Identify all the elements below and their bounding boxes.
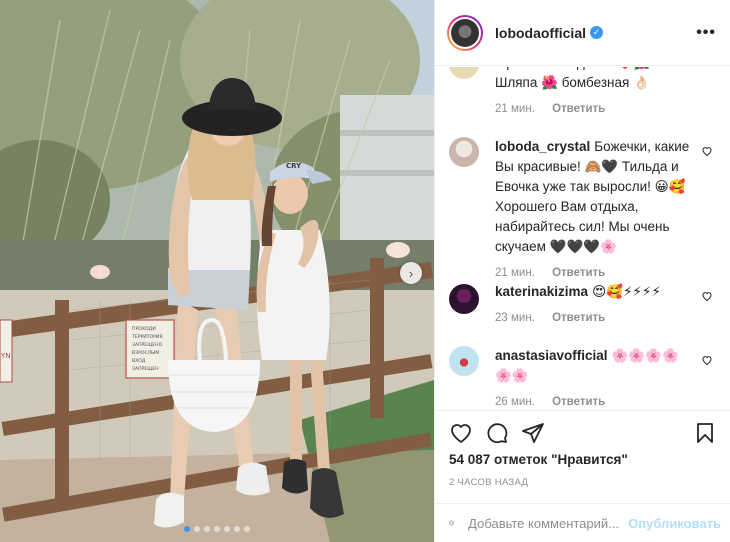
reply-button[interactable]: Ответить (552, 103, 605, 115)
comment-text: прелестных детей ❤️🌺 Шляпа 🌺 бомбезная 👌… (495, 67, 650, 90)
commenter-avatar[interactable] (449, 137, 479, 167)
comment-time[interactable]: 26 мин. (495, 396, 535, 408)
carousel-dot (184, 526, 190, 532)
comment-time[interactable]: 23 мин. (495, 312, 535, 324)
comment-bubble-icon[interactable] (485, 421, 509, 445)
smiley-icon[interactable] (449, 511, 454, 535)
reply-button[interactable]: Ответить (552, 267, 605, 279)
commenter-avatar[interactable] (449, 284, 479, 314)
add-comment-bar: Опубликовать (435, 503, 730, 542)
post-time[interactable]: 2 часов назад (449, 477, 528, 488)
comment-username[interactable]: katerinakizima (495, 284, 588, 299)
verified-badge-icon: ✓ (590, 26, 603, 39)
author-avatar[interactable] (447, 14, 483, 51)
reply-button[interactable]: Ответить (552, 396, 605, 408)
comment-meta: 21 мин. Ответить (495, 99, 695, 119)
carousel-dot (214, 526, 220, 532)
carousel-dot (194, 526, 200, 532)
publish-button[interactable]: Опубликовать (628, 516, 721, 531)
like-comment-heart-icon[interactable] (701, 145, 713, 157)
commenter-avatar[interactable] (449, 67, 479, 79)
post-panel: lobodaofficial ✓ ••• прелестных детей ❤️… (434, 0, 730, 542)
comments-list[interactable]: прелестных детей ❤️🌺 Шляпа 🌺 бомбезная 👌… (435, 67, 730, 410)
comment-meta: 26 мин. Ответить (495, 392, 695, 410)
like-comment-heart-icon[interactable] (701, 354, 713, 366)
likes-count[interactable]: 54 087 отметок "Нравится" (449, 452, 628, 467)
post-actions: 54 087 отметок "Нравится" 2 часов назад (435, 410, 730, 506)
comment-time[interactable]: 21 мин. (495, 267, 535, 279)
carousel-dot (204, 526, 210, 532)
comment-username[interactable]: loboda_crystal (495, 139, 590, 154)
author-username[interactable]: lobodaofficial (495, 25, 586, 41)
comment-item: loboda_crystal Божечки, какие Вы красивые… (435, 137, 730, 279)
comment-meta: 23 мин. Ответить (495, 308, 695, 328)
carousel-dot (244, 526, 250, 532)
post-photo[interactable]: YN ПРОХОДИ ТЕРРИТОРИЯ ЗАПРЕЩЕНО ВЗРОСЛЫМ… (0, 0, 434, 542)
reply-button[interactable]: Ответить (552, 312, 605, 324)
carousel-dots (0, 526, 434, 532)
post-header: lobodaofficial ✓ ••• (435, 0, 730, 66)
comment-item: прелестных детей ❤️🌺 Шляпа 🌺 бомбезная 👌… (435, 67, 730, 129)
comment-text: 😍🥰⚡⚡⚡⚡ (592, 284, 661, 299)
bookmark-icon[interactable] (693, 421, 717, 445)
comment-meta: 21 мин. Ответить (495, 263, 695, 283)
comment-text: Божечки, какие Вы красивые! 🙈🖤 Тильда и … (495, 139, 690, 254)
carousel-dot (224, 526, 230, 532)
commenter-avatar[interactable] (449, 346, 479, 376)
more-options-icon[interactable]: ••• (696, 24, 716, 42)
share-plane-icon[interactable] (521, 421, 545, 445)
comment-item: katerinakizima 😍🥰⚡⚡⚡⚡ 23 мин. Ответить (435, 282, 730, 342)
next-photo-button[interactable]: › (400, 262, 422, 284)
like-comment-heart-icon[interactable] (701, 290, 713, 302)
photo-scene: YN ПРОХОДИ ТЕРРИТОРИЯ ЗАПРЕЩЕНО ВЗРОСЛЫМ… (0, 0, 434, 542)
like-heart-icon[interactable] (449, 421, 473, 445)
carousel-dot (234, 526, 240, 532)
comment-item: anastasiavofficial 🌸🌸🌸🌸🌸🌸 26 мин. Ответит… (435, 346, 730, 410)
comment-username[interactable]: anastasiavofficial (495, 348, 608, 363)
comment-input[interactable] (468, 515, 629, 531)
comment-time[interactable]: 21 мин. (495, 103, 535, 115)
